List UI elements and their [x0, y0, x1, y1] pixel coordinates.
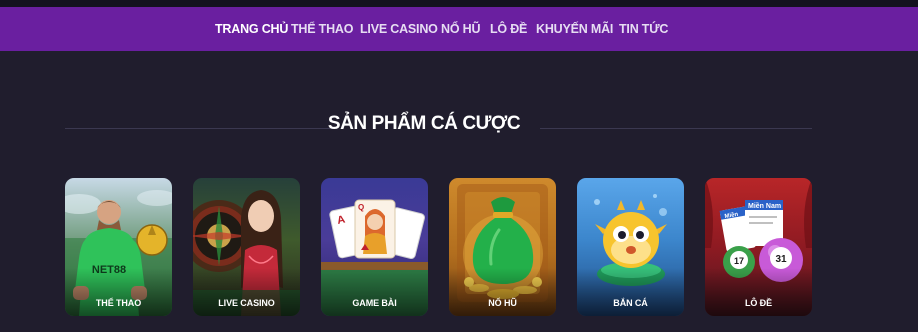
section-title: SẢN PHẨM CÁ CƯỢC — [327, 113, 521, 134]
svg-text:31: 31 — [775, 254, 787, 265]
card-shade — [193, 268, 300, 316]
nav-item-lo-de[interactable]: LÔ ĐỀ — [490, 7, 527, 51]
nav-item-live-casino[interactable]: LIVE CASINO — [360, 7, 438, 51]
main-nav: TRANG CHỦ THỂ THAO LIVE CASINO NỔ HŨ LÔ … — [0, 7, 918, 51]
section-divider-left — [65, 128, 333, 129]
product-card-the-thao[interactable]: NET88 THỂ THAO — [65, 178, 172, 316]
product-label-lo-de: LÔ ĐỀ — [744, 298, 772, 308]
top-strip — [0, 0, 918, 7]
product-card-game-bai[interactable]: A Q GAME BÀI — [321, 178, 428, 316]
card-shade — [449, 268, 556, 316]
product-card-no-hu[interactable]: NỔ HŨ — [449, 178, 556, 316]
product-card-lo-de[interactable]: Miền Miền Nam 17 31 LÔ ĐỀ — [705, 178, 812, 316]
card-shade — [321, 268, 428, 316]
product-label-the-thao: THỂ THAO — [95, 298, 142, 308]
svg-text:Miền Nam: Miền Nam — [748, 201, 781, 210]
card-shade — [705, 268, 812, 316]
product-label-no-hu: NỔ HŨ — [488, 298, 517, 308]
svg-text:Q: Q — [358, 203, 364, 212]
nav-item-tin-tuc[interactable]: TIN TỨC — [619, 7, 668, 51]
nav-item-trang-chu[interactable]: TRANG CHỦ — [215, 7, 288, 51]
nav-item-khuyen-mai[interactable]: KHUYẾN MÃI — [536, 7, 613, 51]
product-card-live-casino[interactable]: LIVE CASINO — [193, 178, 300, 316]
product-label-live-casino: LIVE CASINO — [218, 298, 275, 308]
nav-item-the-thao[interactable]: THỂ THAO — [291, 7, 353, 51]
product-label-ban-ca: BẮN CÁ — [613, 298, 648, 308]
section-divider-right — [540, 128, 812, 129]
card-shade — [65, 268, 172, 316]
svg-text:17: 17 — [734, 256, 744, 266]
card-shade — [577, 268, 684, 316]
product-label-game-bai: GAME BÀI — [352, 298, 397, 308]
nav-item-no-hu[interactable]: NỔ HŨ — [441, 7, 480, 51]
main-nav-bar: TRANG CHỦ THỂ THAO LIVE CASINO NỔ HŨ LÔ … — [0, 7, 918, 51]
product-card-ban-ca[interactable]: BẮN CÁ — [577, 178, 684, 316]
